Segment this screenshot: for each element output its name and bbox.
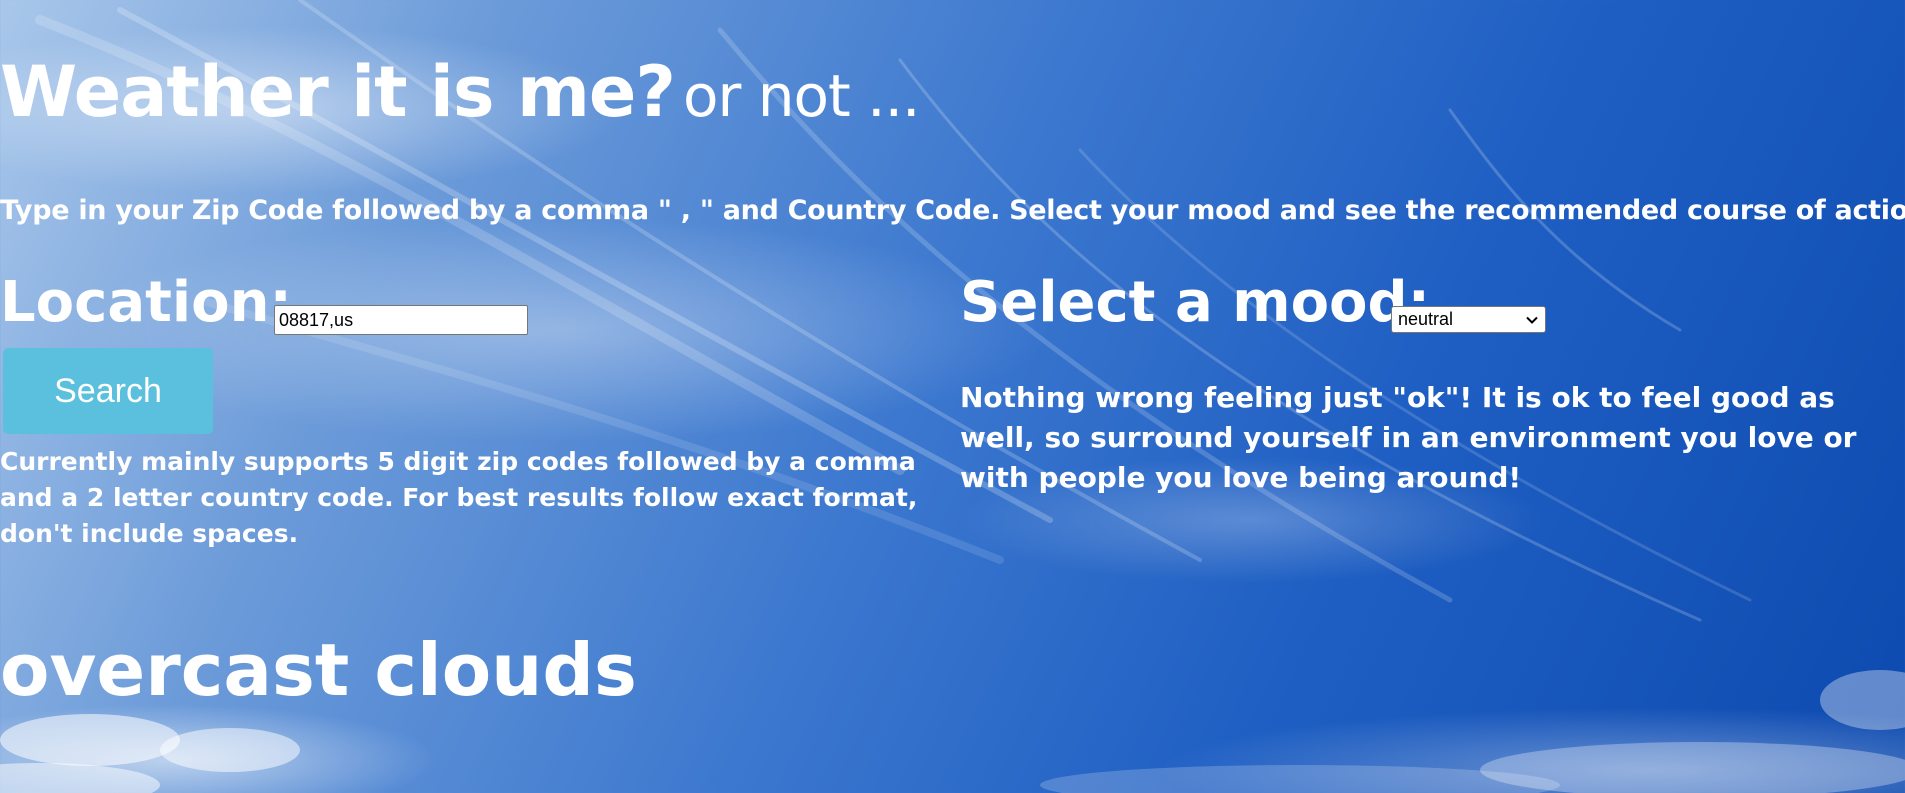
location-hint: Currently mainly supports 5 digit zip co… bbox=[0, 447, 918, 548]
location-label: Location: bbox=[0, 270, 292, 335]
mood-label: Select a mood: bbox=[960, 270, 1431, 335]
chevron-down-icon bbox=[1526, 316, 1538, 324]
page-subtitle: or not ... bbox=[682, 62, 920, 130]
search-button[interactable]: Search bbox=[3, 348, 213, 434]
page-title: Weather it is me? or not ... bbox=[0, 51, 920, 136]
weather-description: overcast clouds bbox=[0, 628, 637, 712]
location-input[interactable] bbox=[274, 305, 528, 335]
mood-select[interactable]: neutral bbox=[1391, 306, 1546, 333]
mood-recommendation: Nothing wrong feeling just "ok"! It is o… bbox=[960, 381, 1857, 494]
mood-select-value: neutral bbox=[1398, 309, 1454, 329]
page-title-text: Weather it is me? bbox=[0, 51, 676, 133]
instructions-text: Type in your Zip Code followed by a comm… bbox=[0, 195, 1905, 226]
